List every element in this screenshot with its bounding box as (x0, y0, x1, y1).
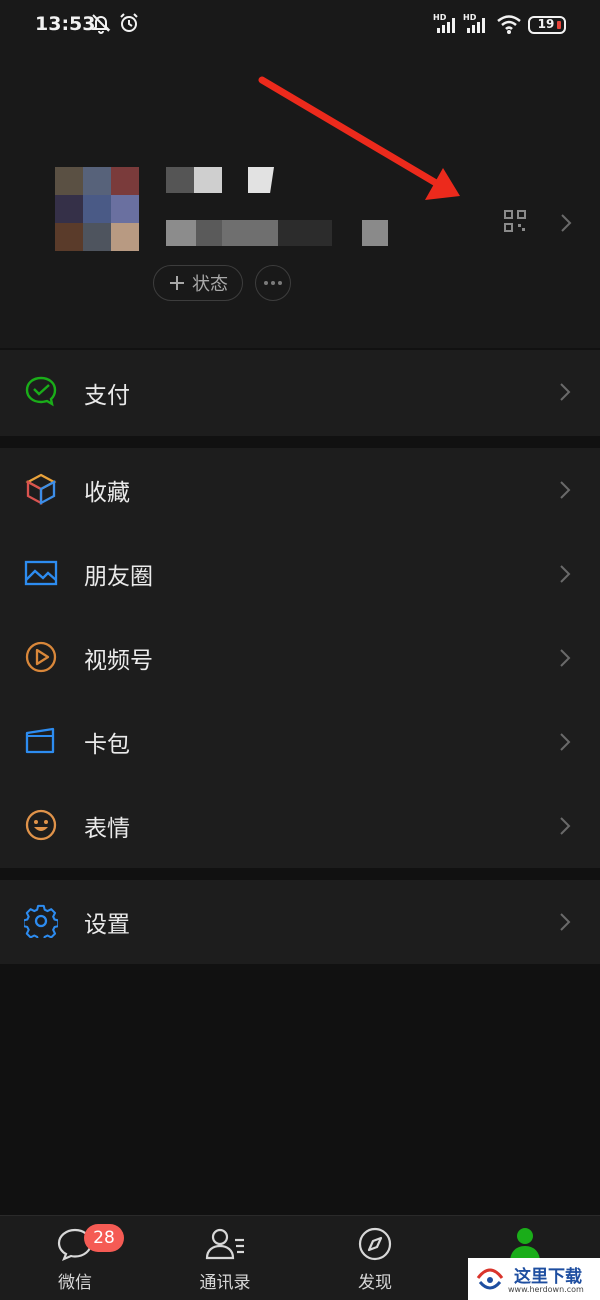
menu-label-pay: 支付 (84, 383, 130, 409)
chevron-right-icon (560, 733, 571, 751)
watermark-text: 这里下载 (514, 1267, 582, 1287)
menu-label-channels: 视频号 (84, 648, 153, 674)
chevron-right-icon (560, 817, 571, 835)
compass-icon (358, 1227, 392, 1261)
watermark-url: www.herdown.com (508, 1285, 584, 1294)
menu-item-pay[interactable]: 支付 (0, 350, 600, 436)
smiley-icon (25, 809, 57, 841)
cube-icon (25, 473, 57, 505)
tab-label-discover: 发现 (358, 1273, 392, 1293)
services-section: 收藏 朋友圈 视频号 卡包 表情 (0, 448, 600, 868)
tab-label-chats: 微信 (58, 1273, 92, 1293)
contacts-icon (205, 1228, 244, 1260)
chevron-right-icon (560, 913, 571, 931)
tab-contacts[interactable]: 通讯录 (150, 1216, 300, 1300)
menu-label-card: 卡包 (84, 732, 130, 758)
menu-label-settings: 设置 (84, 912, 130, 938)
menu-item-channels[interactable]: 视频号 (0, 616, 600, 700)
gear-icon (24, 904, 58, 938)
chevron-right-icon (560, 565, 571, 583)
annotation-arrow (258, 76, 460, 200)
menu-label-moments: 朋友圈 (84, 564, 153, 590)
menu-item-stickers[interactable]: 表情 (0, 784, 600, 868)
tab-discover[interactable]: 发现 (300, 1216, 450, 1300)
chevron-right-icon (560, 383, 571, 401)
menu-item-moments[interactable]: 朋友圈 (0, 532, 600, 616)
pay-section: 支付 (0, 350, 600, 436)
menu-label-favorites: 收藏 (84, 480, 130, 506)
wallet-icon (25, 727, 55, 754)
menu-item-card[interactable]: 卡包 (0, 700, 600, 784)
menu-item-favorites[interactable]: 收藏 (0, 448, 600, 532)
settings-section: 设置 (0, 880, 600, 964)
chevron-right-icon (560, 481, 571, 499)
menu-item-settings[interactable]: 设置 (0, 880, 600, 964)
person-icon (510, 1228, 540, 1262)
site-watermark: 这里下载 www.herdown.com (468, 1258, 600, 1300)
play-circle-icon (25, 641, 57, 673)
wechat-pay-icon (25, 376, 57, 407)
tab-label-contacts: 通讯录 (199, 1273, 251, 1293)
unread-badge: 28 (84, 1224, 124, 1252)
watermark-logo-icon (476, 1268, 504, 1290)
menu-label-stickers: 表情 (84, 816, 130, 842)
chevron-right-icon (560, 649, 571, 667)
tab-chats[interactable]: 28 微信 (0, 1216, 150, 1300)
picture-icon (24, 560, 58, 586)
